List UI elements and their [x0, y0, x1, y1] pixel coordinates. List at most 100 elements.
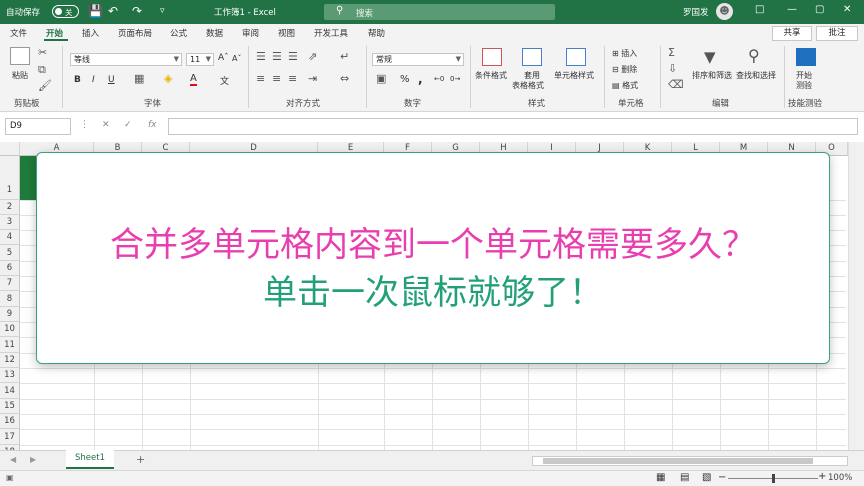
tab-file[interactable]: 文件	[10, 27, 27, 39]
undo-icon[interactable]: ↶	[108, 4, 118, 18]
sort-filter-label[interactable]: 排序和筛选	[692, 70, 732, 81]
search-box[interactable]: ⚲ 搜索	[324, 4, 555, 20]
conditional-format-icon[interactable]	[482, 48, 502, 66]
font-size-select[interactable]: 11 ▼	[186, 53, 214, 66]
row-header[interactable]: 13	[0, 368, 20, 383]
macro-record-icon[interactable]: ▣	[6, 473, 14, 482]
next-sheet-icon[interactable]: ▶	[30, 455, 36, 464]
comma-button[interactable]: ,	[418, 72, 423, 86]
format-as-table-label2[interactable]: 表格格式	[512, 80, 544, 91]
align-top-icon[interactable]: ☰	[256, 50, 266, 63]
paste-icon[interactable]	[10, 47, 30, 65]
redo-icon[interactable]: ↷	[132, 4, 142, 18]
increase-font-icon[interactable]: Aˆ	[218, 53, 229, 63]
font-color-icon[interactable]: A	[190, 74, 197, 86]
row-header[interactable]: 9	[0, 307, 20, 322]
format-painter-icon[interactable]: 🖌	[38, 79, 52, 92]
quiz-label2[interactable]: 测验	[796, 80, 812, 91]
tab-home[interactable]: 开始	[46, 27, 63, 39]
qat-more-icon[interactable]: ▿	[160, 6, 165, 16]
autosum-icon[interactable]: Σ	[668, 46, 675, 59]
prev-sheet-icon[interactable]: ◀	[10, 455, 16, 464]
minimize-icon[interactable]: —	[787, 4, 797, 15]
format-as-table-icon[interactable]	[522, 48, 542, 66]
horizontal-scrollbar[interactable]	[532, 456, 848, 466]
increase-decimal-icon[interactable]: ←0	[434, 75, 444, 83]
row-header[interactable]: 4	[0, 230, 20, 245]
autosave-toggle[interactable]: 关	[52, 5, 79, 18]
row-header[interactable]: 12	[0, 353, 20, 368]
add-sheet-icon[interactable]: +	[136, 453, 145, 466]
paste-label[interactable]: 粘贴	[12, 70, 28, 81]
bold-button[interactable]: B	[74, 75, 81, 85]
zoom-out-icon[interactable]: −	[718, 472, 726, 483]
ribbon-display-icon[interactable]: □	[755, 4, 764, 15]
decrease-decimal-icon[interactable]: 0→	[450, 75, 460, 83]
borders-icon[interactable]: ▦	[134, 72, 144, 85]
decrease-font-icon[interactable]: Aˇ	[232, 54, 241, 63]
row-header[interactable]: 14	[0, 383, 20, 399]
tab-insert[interactable]: 插入	[82, 27, 99, 39]
cell-styles-label[interactable]: 单元格样式	[554, 70, 594, 81]
tab-data[interactable]: 数据	[206, 27, 223, 39]
row-header[interactable]: 2	[0, 200, 20, 215]
row-header[interactable]: 11	[0, 337, 20, 353]
tab-review[interactable]: 审阅	[242, 27, 259, 39]
page-break-view-icon[interactable]: ▧	[702, 472, 711, 483]
page-layout-view-icon[interactable]: ▤	[680, 472, 689, 483]
align-middle-icon[interactable]: ☰	[272, 50, 282, 63]
tab-page-layout[interactable]: 页面布局	[118, 27, 152, 39]
row-header[interactable]: 5	[0, 245, 20, 261]
tab-developer[interactable]: 开发工具	[314, 27, 348, 39]
find-select-label[interactable]: 查找和选择	[736, 70, 776, 81]
scrollbar-thumb[interactable]	[543, 458, 813, 464]
align-center-icon[interactable]: ≡	[272, 72, 281, 85]
select-all-corner[interactable]	[0, 142, 20, 156]
number-format-select[interactable]: 常规 ▼	[372, 53, 464, 66]
conditional-format-label[interactable]: 条件格式	[475, 70, 507, 81]
row-header[interactable]: 17	[0, 429, 20, 445]
zoom-in-icon[interactable]: +	[818, 471, 826, 482]
wrap-text-icon[interactable]: ↵	[340, 50, 349, 63]
copy-icon[interactable]: ⧉	[38, 63, 46, 77]
user-name[interactable]: 罗国发	[683, 6, 709, 18]
insert-function-icon[interactable]: fx	[148, 120, 157, 130]
currency-icon[interactable]: ▣	[376, 72, 386, 85]
percent-button[interactable]: %	[400, 74, 410, 85]
fill-icon[interactable]: ⇩	[668, 62, 677, 75]
zoom-level[interactable]: 100%	[828, 473, 852, 483]
zoom-slider-knob[interactable]	[772, 474, 775, 483]
row-header[interactable]: 3	[0, 215, 20, 230]
row-header[interactable]: 8	[0, 291, 20, 307]
align-left-icon[interactable]: ≡	[256, 72, 265, 85]
sheet-tab-sheet1[interactable]: Sheet1	[66, 450, 114, 469]
row-header[interactable]: 15	[0, 399, 20, 414]
avatar[interactable]: ☻	[716, 3, 733, 20]
cell-styles-icon[interactable]	[566, 48, 586, 66]
find-select-icon[interactable]: ⚲	[748, 46, 760, 65]
align-right-icon[interactable]: ≡	[288, 72, 297, 85]
delete-cells-button[interactable]: ⊟ 删除	[612, 64, 637, 75]
row-header[interactable]: 10	[0, 322, 20, 337]
sort-filter-icon[interactable]: ▼	[704, 48, 716, 66]
restore-icon[interactable]: ▢	[815, 4, 824, 15]
cancel-icon[interactable]: ✕	[102, 120, 110, 130]
row-header[interactable]: 6	[0, 261, 20, 276]
formula-input[interactable]	[168, 118, 858, 135]
enter-icon[interactable]: ✓	[124, 120, 132, 130]
row-header[interactable]: 1	[0, 156, 20, 200]
vertical-scrollbar[interactable]	[848, 142, 864, 450]
close-icon[interactable]: ✕	[843, 4, 851, 15]
indent-icon[interactable]: ⇥	[308, 72, 317, 85]
underline-button[interactable]: U	[108, 75, 115, 85]
italic-button[interactable]: I	[92, 75, 95, 85]
tab-formulas[interactable]: 公式	[170, 27, 187, 39]
merge-center-icon[interactable]: ⇔	[340, 72, 349, 85]
align-bottom-icon[interactable]: ☰	[288, 50, 298, 63]
tab-view[interactable]: 视图	[278, 27, 295, 39]
format-cells-button[interactable]: ▤ 格式	[612, 80, 638, 91]
comments-button[interactable]: 批注	[816, 26, 858, 41]
fill-color-icon[interactable]: ◈	[164, 72, 172, 85]
cut-icon[interactable]: ✂	[38, 46, 47, 59]
tab-help[interactable]: 帮助	[368, 27, 385, 39]
